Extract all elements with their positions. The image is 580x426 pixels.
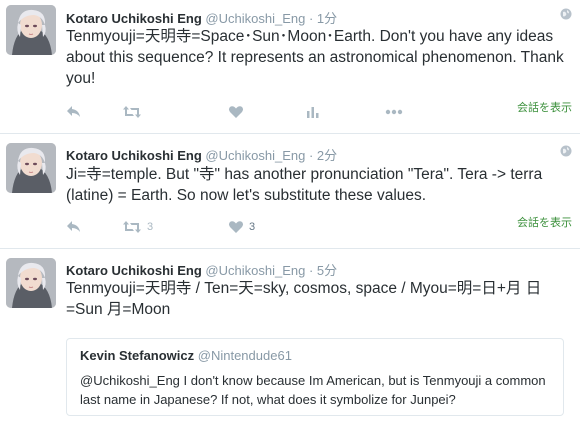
author-name[interactable]: Kotaro Uchikoshi Eng <box>66 11 202 26</box>
retweet-icon <box>123 106 141 118</box>
quoted-author-name: Kevin Stefanowicz <box>80 348 195 363</box>
globe-icon <box>560 8 572 20</box>
quoted-tweet-header: Kevin Stefanowicz @Nintendude61 <box>80 348 292 363</box>
more-button[interactable] <box>385 103 403 121</box>
tweet-text: Tenmyouji=天明寺=Space･Sun･Moon･Earth. Don'… <box>66 28 564 87</box>
analytics-button[interactable] <box>306 103 320 121</box>
reply-button[interactable] <box>66 103 82 121</box>
author-name[interactable]: Kotaro Uchikoshi Eng <box>66 263 202 278</box>
quoted-tweet-text: @Uchikoshi_Eng I don't know because Im A… <box>80 373 546 407</box>
tweet-header: Kotaro Uchikoshi Eng @Uchikoshi_Eng · 1分 <box>66 8 337 27</box>
reply-icon <box>67 106 80 117</box>
quoted-tweet[interactable]: Kevin Stefanowicz @Nintendude61 @Uchikos… <box>66 338 564 416</box>
tweet-time[interactable]: 5分 <box>317 263 337 278</box>
view-conversation-link[interactable]: 会話を表示 <box>517 99 572 115</box>
tweet[interactable]: Kotaro Uchikoshi Eng @Uchikoshi_Eng · 5分… <box>0 248 580 426</box>
author-handle[interactable]: @Uchikoshi_Eng <box>205 148 305 163</box>
retweet-button[interactable] <box>122 103 147 121</box>
like-count: 3 <box>249 221 256 233</box>
globe-icon <box>560 145 572 157</box>
separator: · <box>305 11 317 26</box>
like-button[interactable]: 3 <box>228 218 255 236</box>
analytics-icon <box>307 107 319 118</box>
avatar[interactable] <box>6 258 56 308</box>
tweet-header: Kotaro Uchikoshi Eng @Uchikoshi_Eng · 5分 <box>66 260 337 279</box>
retweet-icon <box>123 221 141 233</box>
author-handle[interactable]: @Uchikoshi_Eng <box>205 263 305 278</box>
tweet-header: Kotaro Uchikoshi Eng @Uchikoshi_Eng · 2分 <box>66 145 337 164</box>
tweet-time[interactable]: 2分 <box>317 148 337 163</box>
author-name[interactable]: Kotaro Uchikoshi Eng <box>66 148 202 163</box>
tweet-text: Tenmyouji=天明寺 / Ten=天=sky, cosmos, space… <box>66 280 542 318</box>
avatar[interactable] <box>6 143 56 193</box>
tweet-time[interactable]: 1分 <box>317 11 337 26</box>
reply-button[interactable] <box>66 218 82 236</box>
separator: · <box>305 148 317 163</box>
quoted-author-handle: @Nintendude61 <box>197 348 292 363</box>
like-icon <box>229 221 243 233</box>
view-conversation-link[interactable]: 会話を表示 <box>517 214 572 230</box>
tweet-text: Ji=寺=temple. But "寺" has another pronunc… <box>66 166 543 204</box>
tweet[interactable]: Kotaro Uchikoshi Eng @Uchikoshi_Eng · 1分… <box>0 0 580 133</box>
more-icon <box>385 109 403 115</box>
retweet-count: 3 <box>147 221 154 233</box>
author-handle[interactable]: @Uchikoshi_Eng <box>205 11 305 26</box>
retweet-button[interactable]: 3 <box>122 218 153 236</box>
avatar[interactable] <box>6 5 56 55</box>
reply-icon <box>67 221 80 232</box>
like-icon <box>229 106 243 118</box>
like-button[interactable] <box>228 103 249 121</box>
tweet[interactable]: Kotaro Uchikoshi Eng @Uchikoshi_Eng · 2分… <box>0 133 580 248</box>
separator: · <box>305 263 317 278</box>
